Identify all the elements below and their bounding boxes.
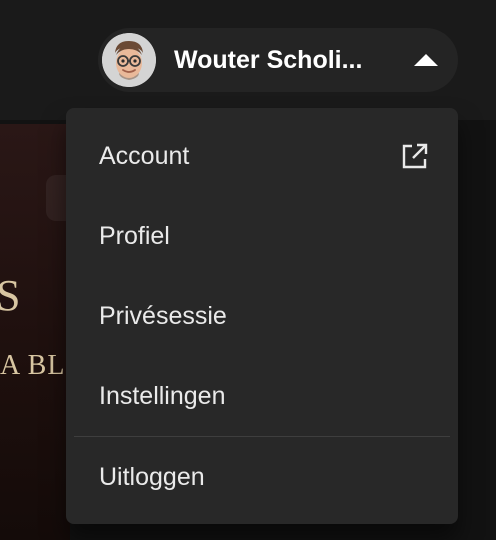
menu-item-label: Privésessie xyxy=(99,301,227,330)
menu-item-profile[interactable]: Profiel xyxy=(74,196,450,276)
avatar xyxy=(102,33,156,87)
user-dropdown-menu: Account Profiel Privésessie Instellingen… xyxy=(66,108,458,524)
menu-item-label: Profiel xyxy=(99,221,170,250)
caret-up-icon xyxy=(414,54,438,66)
menu-item-logout[interactable]: Uitloggen xyxy=(74,437,450,517)
background-art-text: A BL xyxy=(0,350,66,381)
menu-item-label: Instellingen xyxy=(99,381,226,410)
memoji-avatar-icon xyxy=(102,33,156,87)
user-name: Wouter Scholi... xyxy=(174,45,363,74)
menu-item-private-session[interactable]: Privésessie xyxy=(74,276,450,356)
external-link-icon xyxy=(402,143,428,169)
menu-item-account[interactable]: Account xyxy=(74,116,450,196)
menu-item-label: Account xyxy=(99,141,190,170)
user-menu-button[interactable]: Wouter Scholi... xyxy=(98,28,458,92)
menu-item-settings[interactable]: Instellingen xyxy=(74,356,450,436)
background-art-letter: S xyxy=(0,271,21,320)
menu-item-label: Uitloggen xyxy=(99,462,205,491)
